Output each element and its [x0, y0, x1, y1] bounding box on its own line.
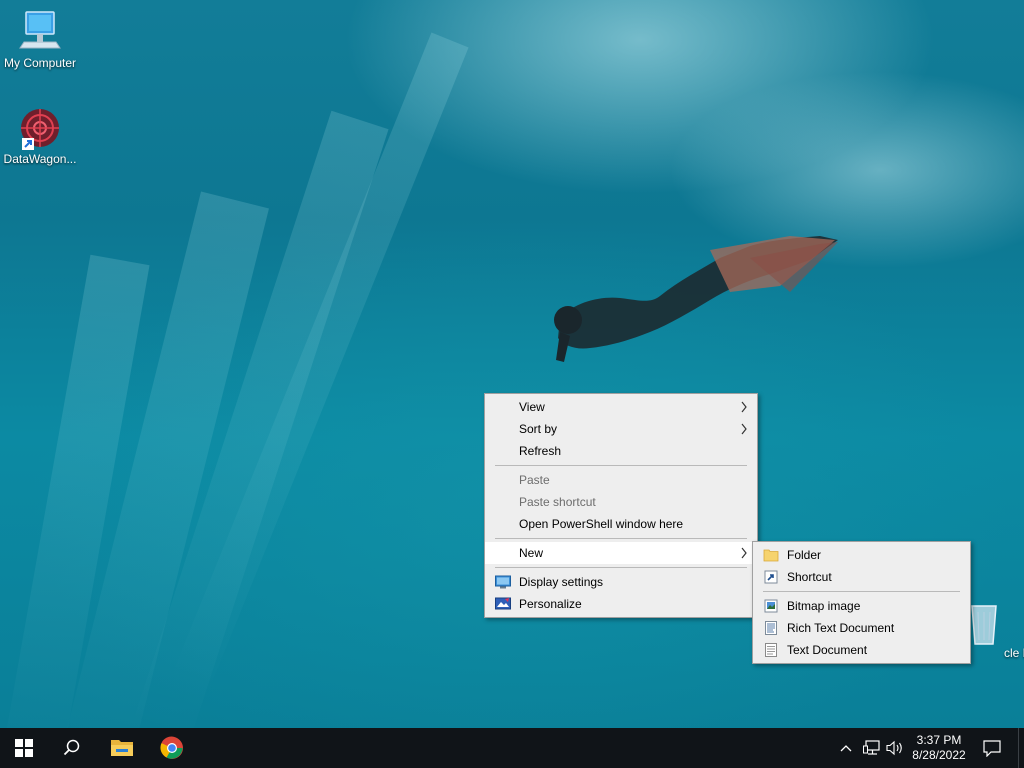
- menu-separator: [495, 538, 747, 539]
- menu-item-label: View: [519, 400, 545, 414]
- menu-item-display-settings[interactable]: Display settings: [485, 571, 757, 593]
- menu-item-label: Paste: [519, 473, 550, 487]
- tray-clock[interactable]: 3:37 PM 8/28/2022: [906, 728, 972, 768]
- chevron-right-icon: [741, 401, 747, 413]
- menu-item-label: Refresh: [519, 444, 562, 458]
- desktop-background[interactable]: My Computer DataWagon... cle Bin: [0, 0, 1024, 728]
- shortcut-icon: [764, 570, 778, 584]
- taskbar: 3:37 PM 8/28/2022: [0, 728, 1024, 768]
- notification-icon: [983, 740, 1001, 757]
- chevron-right-icon: [741, 547, 747, 559]
- show-desktop-button[interactable]: [1018, 728, 1024, 768]
- menu-item-label: Folder: [787, 548, 822, 562]
- taskbar-file-explorer[interactable]: [98, 728, 146, 768]
- menu-separator: [495, 465, 747, 466]
- menu-item-open-powershell[interactable]: Open PowerShell window here: [485, 513, 757, 535]
- menu-item-label: Open PowerShell window here: [519, 517, 684, 531]
- search-icon: [63, 739, 80, 756]
- volume-icon: [886, 740, 902, 756]
- action-center-button[interactable]: [976, 728, 1008, 768]
- menu-item-label: Text Document: [787, 643, 868, 657]
- desktop-icon-my-computer[interactable]: My Computer: [0, 10, 80, 70]
- menu-item-refresh[interactable]: Refresh: [485, 440, 757, 462]
- menu-separator: [763, 591, 960, 592]
- clock-time: 3:37 PM: [916, 733, 962, 747]
- menu-separator: [495, 567, 747, 568]
- clock-date: 8/28/2022: [912, 748, 966, 762]
- desktop-context-menu: View Sort by Refresh Paste Paste shortcu…: [484, 393, 758, 618]
- search-button[interactable]: [48, 728, 96, 768]
- menu-item-label: Paste shortcut: [519, 495, 596, 509]
- menu-item-label: Personalize: [519, 597, 582, 611]
- submenu-item-folder[interactable]: Folder: [753, 544, 970, 566]
- desktop-icon-datawagon[interactable]: DataWagon...: [0, 108, 80, 166]
- datawagon-shortcut-icon: [21, 109, 59, 150]
- chevron-right-icon: [741, 423, 747, 435]
- menu-item-label: Shortcut: [787, 570, 832, 584]
- chevron-up-icon: [840, 745, 852, 752]
- desktop-icon-label: DataWagon...: [3, 152, 77, 166]
- menu-item-label: Bitmap image: [787, 599, 861, 613]
- diver-image: [554, 236, 838, 362]
- start-icon: [15, 739, 33, 757]
- file-explorer-icon: [111, 740, 133, 756]
- chrome-icon: [160, 736, 183, 759]
- menu-item-label: Sort by: [519, 422, 558, 436]
- bitmap-image-icon: [764, 599, 778, 613]
- desktop-icon-label: My Computer: [3, 56, 77, 70]
- menu-item-paste-shortcut[interactable]: Paste shortcut: [485, 491, 757, 513]
- taskbar-chrome[interactable]: [148, 728, 196, 768]
- tray-volume-button[interactable]: [884, 728, 906, 768]
- menu-item-new[interactable]: New: [485, 542, 757, 564]
- computer-icon: [19, 11, 61, 49]
- new-submenu: Folder Shortcut Bitmap image Rich Text D…: [752, 541, 971, 664]
- network-icon: [863, 740, 880, 755]
- submenu-item-rich-text[interactable]: Rich Text Document: [753, 617, 970, 639]
- start-button[interactable]: [0, 728, 48, 768]
- menu-item-view[interactable]: View: [485, 396, 757, 418]
- submenu-item-shortcut[interactable]: Shortcut: [753, 566, 970, 588]
- menu-item-personalize[interactable]: Personalize: [485, 593, 757, 615]
- menu-item-label: New: [519, 546, 544, 560]
- display-settings-icon: [495, 575, 511, 589]
- submenu-item-bitmap[interactable]: Bitmap image: [753, 595, 970, 617]
- rich-text-document-icon: [765, 621, 777, 635]
- personalize-icon: [495, 597, 511, 610]
- folder-icon: [763, 549, 779, 562]
- menu-item-paste[interactable]: Paste: [485, 469, 757, 491]
- menu-item-label: Display settings: [519, 575, 604, 589]
- menu-item-label: Rich Text Document: [787, 621, 895, 635]
- tray-overflow-button[interactable]: [836, 728, 856, 768]
- submenu-item-text-document[interactable]: Text Document: [753, 639, 970, 661]
- menu-item-sort-by[interactable]: Sort by: [485, 418, 757, 440]
- tray-network-button[interactable]: [860, 728, 884, 768]
- text-document-icon: [765, 643, 777, 657]
